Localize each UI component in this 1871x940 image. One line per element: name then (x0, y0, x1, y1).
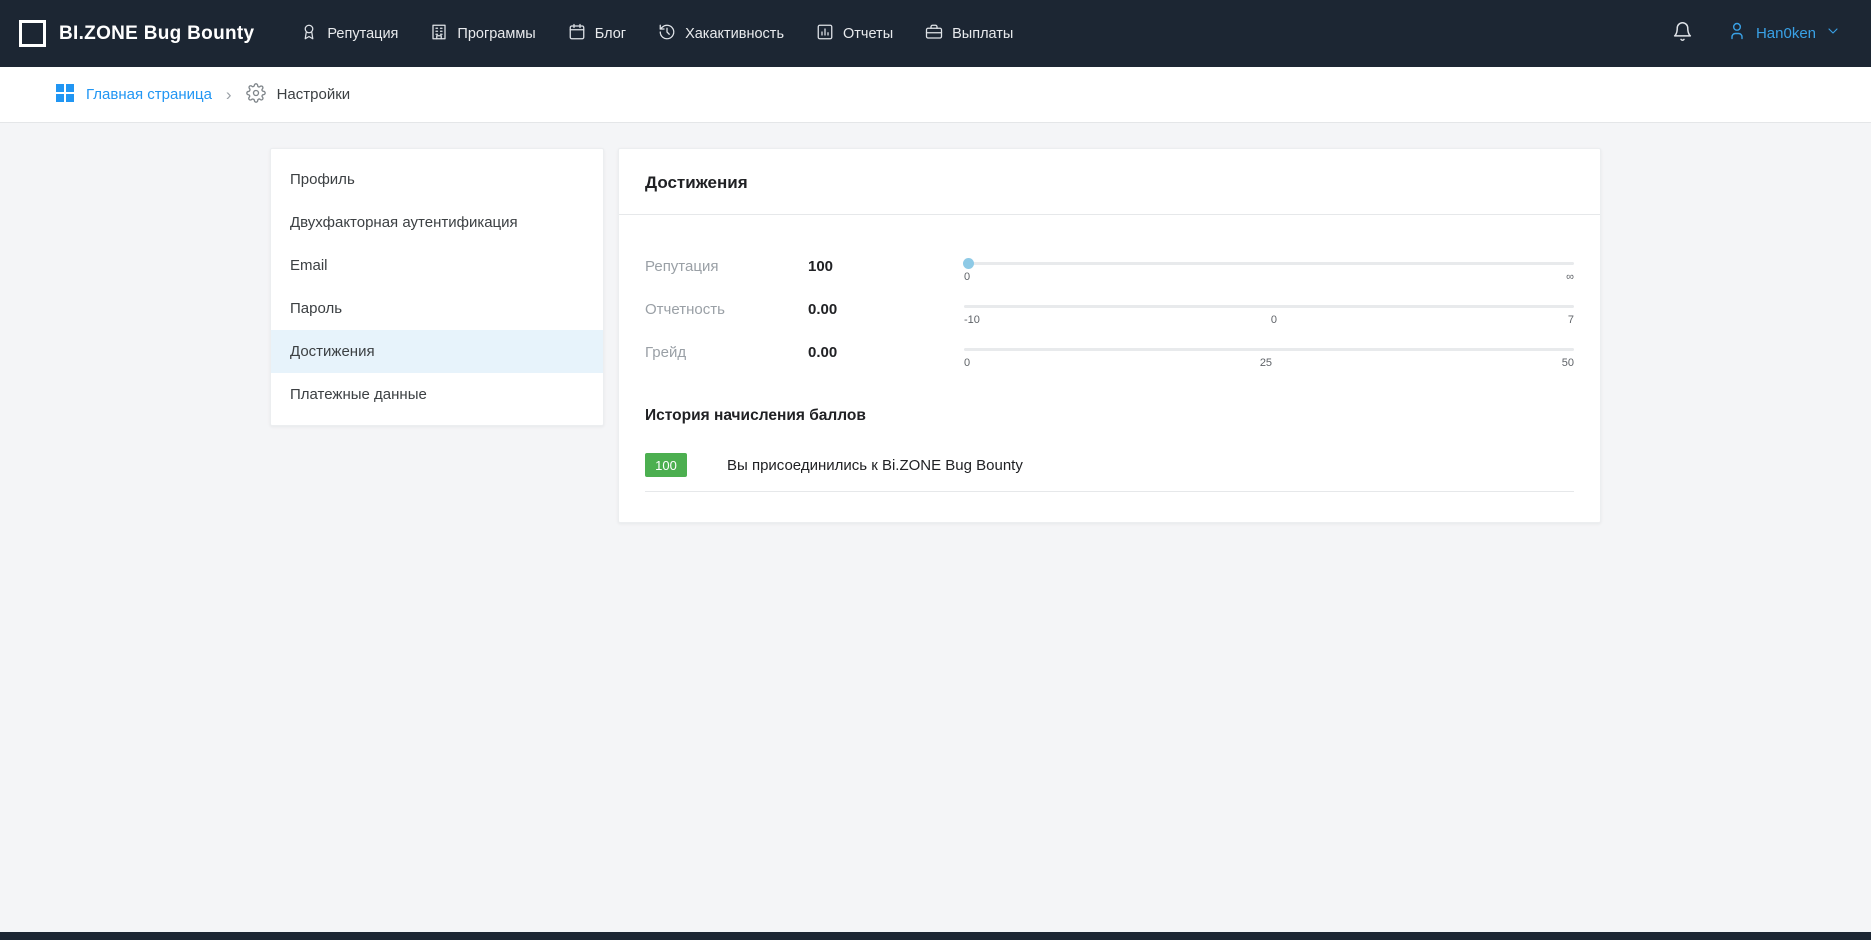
menu-item-email[interactable]: Email (271, 244, 603, 287)
slider-scale: -10 0 7 (964, 314, 1574, 326)
scale-min: -10 (964, 314, 980, 326)
slider-scale: 0 ∞ (964, 271, 1574, 283)
metric-label: Отчетность (645, 298, 808, 318)
reports-icon (816, 23, 834, 45)
nav-item-label: Репутация (327, 26, 398, 42)
achievements-title: Достижения (645, 173, 748, 192)
bell-icon (1672, 21, 1693, 47)
programs-icon (430, 23, 448, 45)
achievements-header: Достижения (619, 149, 1600, 215)
metric-row-reputation: Репутация 100 0 ∞ (645, 255, 1574, 283)
nav-item-label: Блог (595, 26, 626, 42)
menu-item-2fa[interactable]: Двухфакторная аутентификация (271, 201, 603, 244)
menu-item-achievements[interactable]: Достижения (271, 330, 603, 373)
nav-item-hacktivity[interactable]: Хакактивность (642, 0, 800, 67)
breadcrumb-current-label: Настройки (277, 86, 351, 103)
home-grid-icon (55, 83, 75, 107)
slider-thumb (963, 258, 974, 269)
nav-item-reports[interactable]: Отчеты (800, 0, 909, 67)
payouts-icon (925, 23, 943, 45)
slider-track (964, 262, 1574, 265)
blog-icon (568, 23, 586, 45)
nav-item-blog[interactable]: Блог (552, 0, 642, 67)
metric-row-grade: Грейд 0.00 0 25 50 (645, 341, 1574, 369)
metric-value: 100 (808, 255, 964, 275)
navbar-right: Han0ken (1672, 21, 1841, 47)
breadcrumb: Главная страница › Настройки (0, 67, 1871, 123)
breadcrumb-home-label: Главная страница (86, 86, 212, 103)
breadcrumb-home-link[interactable]: Главная страница (55, 83, 212, 107)
scale-mid: 25 (1260, 357, 1272, 369)
brand-title: BI.ZONE Bug Bounty (59, 23, 254, 45)
points-badge: 100 (645, 453, 687, 477)
gear-icon (246, 83, 266, 107)
history-title: История начисления баллов (645, 407, 1574, 425)
top-navbar: BI.ZONE Bug Bounty Репутация Программы Б… (0, 0, 1871, 67)
metric-row-reporting: Отчетность 0.00 -10 0 7 (645, 298, 1574, 326)
metric-label: Грейд (645, 341, 808, 361)
footer (0, 932, 1871, 940)
main-content: Профиль Двухфакторная аутентификация Ema… (270, 148, 1601, 523)
nav-item-reputation[interactable]: Репутация (284, 0, 414, 67)
nav-item-label: Отчеты (843, 26, 893, 42)
history-entry-text: Вы присоединились к Bi.ZONE Bug Bounty (727, 457, 1023, 474)
breadcrumb-separator-icon: › (226, 85, 232, 105)
brand[interactable]: BI.ZONE Bug Bounty (19, 20, 254, 47)
menu-item-payment-details[interactable]: Платежные данные (271, 373, 603, 416)
nav-item-label: Выплаты (952, 26, 1013, 42)
breadcrumb-current: Настройки (246, 83, 351, 107)
scale-max: 7 (1568, 314, 1574, 326)
settings-menu: Профиль Двухфакторная аутентификация Ema… (270, 148, 604, 426)
achievements-body: Репутация 100 0 ∞ Отчетность 0.00 (619, 215, 1600, 522)
achievements-card: Достижения Репутация 100 0 ∞ Отчетность (618, 148, 1601, 523)
nav-item-programs[interactable]: Программы (414, 0, 551, 67)
metric-value: 0.00 (808, 341, 964, 361)
bizone-logo-icon (19, 20, 46, 47)
scale-mid: 0 (1271, 314, 1277, 326)
scale-max: ∞ (1566, 271, 1574, 283)
menu-item-password[interactable]: Пароль (271, 287, 603, 330)
grade-slider: 0 25 50 (964, 341, 1574, 369)
user-icon (1727, 21, 1747, 46)
hacktivity-icon (658, 23, 676, 45)
main-nav: Репутация Программы Блог Хакактивность О… (284, 0, 1029, 67)
reputation-icon (300, 23, 318, 45)
scale-min: 0 (964, 357, 970, 369)
nav-item-payouts[interactable]: Выплаты (909, 0, 1029, 67)
nav-item-label: Хакактивность (685, 26, 784, 42)
menu-item-profile[interactable]: Профиль (271, 158, 603, 201)
scale-max: 50 (1562, 357, 1574, 369)
chevron-down-icon (1825, 23, 1841, 44)
nav-item-label: Программы (457, 26, 535, 42)
slider-scale: 0 25 50 (964, 357, 1574, 369)
reputation-slider: 0 ∞ (964, 255, 1574, 283)
notifications-button[interactable] (1672, 21, 1693, 47)
slider-track (964, 348, 1574, 351)
history-entry: 100 Вы присоединились к Bi.ZONE Bug Boun… (645, 453, 1574, 492)
reporting-slider: -10 0 7 (964, 298, 1574, 326)
metric-value: 0.00 (808, 298, 964, 318)
metric-label: Репутация (645, 255, 808, 275)
slider-track (964, 305, 1574, 308)
scale-min: 0 (964, 271, 970, 283)
user-name: Han0ken (1756, 25, 1816, 42)
user-menu[interactable]: Han0ken (1727, 21, 1841, 46)
